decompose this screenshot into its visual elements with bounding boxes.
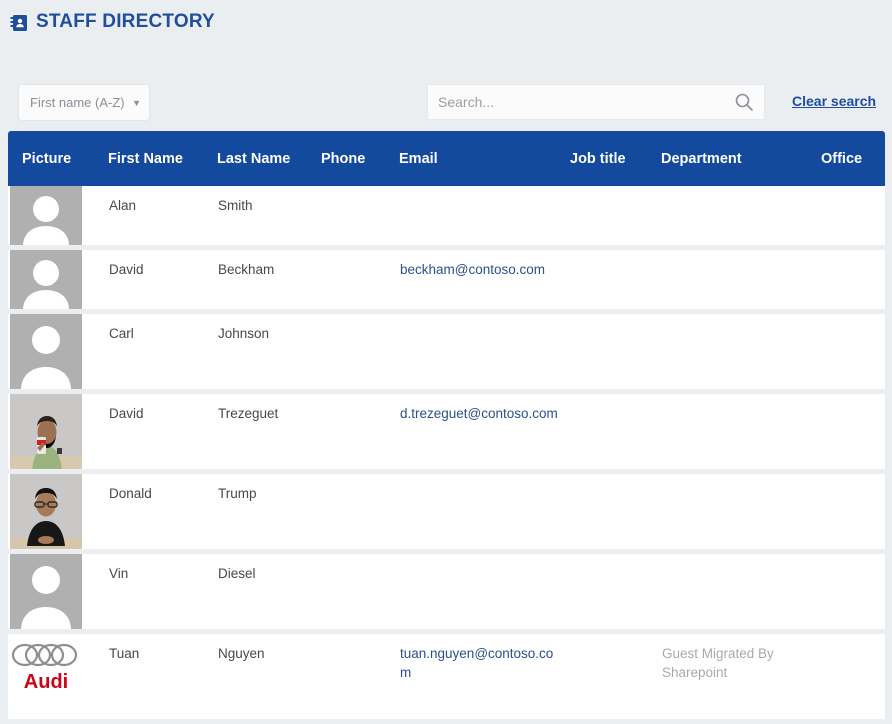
- cell-email[interactable]: beckham@contoso.com: [400, 260, 560, 279]
- chevron-down-icon: ▼: [132, 97, 141, 108]
- cell-department: Guest Migrated By Sharepoint: [662, 646, 774, 680]
- avatar: [10, 314, 82, 389]
- cell-last-name: Nguyen: [218, 646, 265, 661]
- search-box[interactable]: [427, 84, 765, 120]
- table-row[interactable]: Vin Diesel: [8, 554, 885, 630]
- avatar: [10, 186, 82, 245]
- column-header-email[interactable]: Email: [399, 151, 438, 167]
- table-row[interactable]: Alan Smith: [8, 186, 885, 246]
- column-header-job-title[interactable]: Job title: [570, 151, 626, 167]
- profile-photo: [10, 394, 82, 469]
- page-header: STAFF DIRECTORY: [0, 0, 892, 38]
- profile-photo: [10, 474, 82, 549]
- clear-search-link[interactable]: Clear search: [792, 93, 876, 109]
- cell-last-name: Diesel: [218, 566, 256, 581]
- table-header-row: Picture First Name Last Name Phone Email…: [8, 131, 885, 186]
- cell-first-name: Tuan: [109, 646, 140, 661]
- column-header-office[interactable]: Office: [821, 151, 862, 167]
- cell-last-name: Trezeguet: [218, 406, 279, 421]
- cell-last-name: Trump: [218, 486, 257, 501]
- table-row[interactable]: Donald Trump: [8, 474, 885, 550]
- avatar: [10, 554, 82, 629]
- table-row[interactable]: Carl Johnson: [8, 314, 885, 390]
- cell-last-name: Beckham: [218, 262, 275, 277]
- cell-last-name: Johnson: [218, 326, 270, 341]
- address-book-icon: [10, 14, 28, 32]
- cell-first-name: Donald: [109, 486, 152, 501]
- table-row[interactable]: Audi Tuan Nguyen tuan.nguyen@contoso.com…: [8, 634, 885, 720]
- cell-email[interactable]: tuan.nguyen@contoso.com: [400, 644, 560, 682]
- column-header-picture[interactable]: Picture: [22, 151, 71, 167]
- cell-email[interactable]: d.trezeguet@contoso.com: [400, 404, 560, 423]
- column-header-phone[interactable]: Phone: [321, 151, 365, 167]
- cell-first-name: Vin: [109, 566, 129, 581]
- toolbar: First name (A-Z) ▼ Clear search: [0, 38, 892, 141]
- table-row[interactable]: David Beckham beckham@contoso.com: [8, 250, 885, 310]
- cell-first-name: David: [109, 406, 144, 421]
- search-icon[interactable]: [734, 92, 754, 112]
- table-row[interactable]: David Trezeguet d.trezeguet@contoso.com: [8, 394, 885, 470]
- cell-first-name: Carl: [109, 326, 134, 341]
- cell-first-name: David: [109, 262, 144, 277]
- cell-first-name: Alan: [109, 198, 137, 213]
- sort-dropdown[interactable]: First name (A-Z) ▼: [18, 84, 150, 121]
- page-title: STAFF DIRECTORY: [36, 11, 215, 32]
- column-header-first-name[interactable]: First Name: [108, 151, 183, 167]
- audi-logo-image: Audi: [10, 634, 82, 719]
- column-header-department[interactable]: Department: [661, 151, 742, 167]
- search-input[interactable]: [438, 94, 734, 110]
- staff-directory-table: Picture First Name Last Name Phone Email…: [8, 131, 885, 724]
- avatar: [10, 250, 82, 309]
- cell-last-name: Smith: [218, 198, 253, 213]
- column-header-last-name[interactable]: Last Name: [217, 151, 290, 167]
- sort-dropdown-label: First name (A-Z): [30, 95, 125, 110]
